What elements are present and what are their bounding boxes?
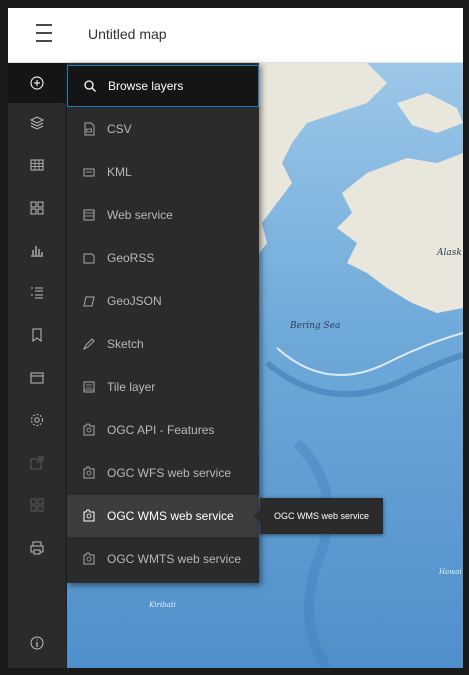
basemap-icon <box>30 372 44 384</box>
share-icon <box>30 456 44 470</box>
menu-item-kml[interactable]: KML <box>67 151 259 193</box>
map-label-kiribati: Kiribati <box>149 601 176 609</box>
table-button[interactable] <box>8 145 66 185</box>
kml-file-icon <box>81 164 97 180</box>
geojson-icon <box>81 293 97 309</box>
left-action-bar <box>8 63 67 668</box>
add-layer-button[interactable] <box>8 63 66 103</box>
tooltip: OGC WMS web service <box>253 498 384 534</box>
menu-item-label: Sketch <box>107 337 144 351</box>
basemap-button[interactable] <box>8 358 66 398</box>
ogc-icon <box>81 551 97 567</box>
search-icon <box>82 78 98 94</box>
map-label-hawaii: Hawai <box>439 568 462 576</box>
menu-item-label: OGC WMS web service <box>107 509 234 523</box>
menu-item-label: Web service <box>107 208 173 222</box>
layers-icon <box>29 116 45 130</box>
menu-item-label: OGC WFS web service <box>107 466 232 480</box>
list-icon <box>31 287 43 299</box>
legend-icon <box>30 201 44 215</box>
charts-icon <box>31 246 43 257</box>
sketch-icon <box>81 336 97 352</box>
menu-item-ogc-api-features[interactable]: OGC API - Features <box>67 409 259 451</box>
menu-item-browse-layers[interactable]: Browse layers <box>67 65 259 107</box>
app-header: Untitled map <box>8 8 463 63</box>
web-service-icon <box>81 207 97 223</box>
info-icon <box>30 636 44 650</box>
share-button[interactable] <box>8 443 66 483</box>
list-button[interactable] <box>8 273 66 313</box>
print-button[interactable] <box>8 528 66 568</box>
csv-file-icon <box>81 121 97 137</box>
menu-item-label: GeoRSS <box>107 251 155 265</box>
menu-item-label: OGC WMTS web service <box>107 552 242 566</box>
menu-item-ogc-wfs[interactable]: OGC WFS web service <box>67 452 259 494</box>
menu-item-label: OGC API - Features <box>107 423 215 437</box>
ogc-icon <box>81 422 97 438</box>
ogc-icon <box>81 508 97 524</box>
map-title[interactable]: Untitled map <box>88 26 167 42</box>
ogc-icon <box>81 465 97 481</box>
settings-button[interactable] <box>8 400 66 440</box>
add-layer-icon <box>30 76 44 90</box>
menu-item-csv[interactable]: CSV <box>67 108 259 150</box>
tile-layer-icon <box>81 379 97 395</box>
table-icon <box>30 159 44 171</box>
charts-button[interactable] <box>8 230 66 270</box>
add-layer-menu: Browse layers CSV KML Web service GeoRSS… <box>67 63 259 583</box>
map-label-bering-sea: Bering Sea <box>290 321 341 331</box>
menu-item-ogc-wms[interactable]: OGC WMS web service <box>67 495 259 537</box>
menu-item-sketch[interactable]: Sketch <box>67 323 259 365</box>
menu-item-web-service[interactable]: Web service <box>67 194 259 236</box>
legend-button[interactable] <box>8 188 66 228</box>
about-button[interactable] <box>8 623 66 663</box>
settings-icon <box>31 414 43 426</box>
menu-item-geojson[interactable]: GeoJSON <box>67 280 259 322</box>
grid-icon <box>30 498 44 512</box>
menu-item-label: CSV <box>107 122 132 136</box>
menu-item-ogc-wmts[interactable]: OGC WMTS web service <box>67 538 259 580</box>
menu-item-tile-layer[interactable]: Tile layer <box>67 366 259 408</box>
menu-item-label: Tile layer <box>107 380 156 394</box>
bookmarks-button[interactable] <box>8 315 66 355</box>
menu-item-label: KML <box>107 165 132 179</box>
hamburger-menu-icon[interactable] <box>30 24 58 46</box>
menu-item-label: Browse layers <box>108 79 184 93</box>
menu-item-label: GeoJSON <box>107 294 162 308</box>
layers-button[interactable] <box>8 103 66 143</box>
georss-icon <box>81 250 97 266</box>
menu-item-georss[interactable]: GeoRSS <box>67 237 259 279</box>
map-label-alaska: Alask <box>437 248 462 258</box>
app-window: Untitled map Bering Sea Alask Kiribati H… <box>8 8 463 668</box>
bookmark-icon <box>32 328 42 342</box>
print-icon <box>30 541 44 555</box>
grid-button[interactable] <box>8 485 66 525</box>
